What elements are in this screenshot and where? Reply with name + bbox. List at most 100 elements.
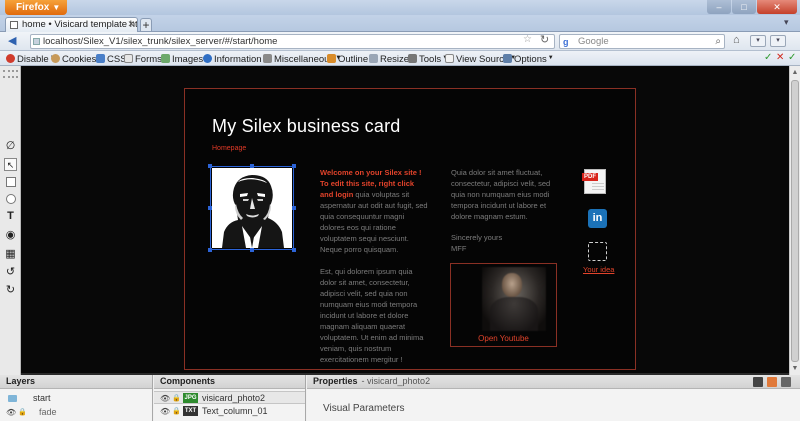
visicard-photo-selected[interactable] xyxy=(208,164,296,252)
wd-disable-menu[interactable]: Disable▼ xyxy=(6,52,56,66)
wd-tools-menu[interactable]: Tools▼ xyxy=(408,52,448,66)
search-icon[interactable]: ⌕ xyxy=(715,35,721,48)
component-name: visicard_photo2 xyxy=(202,393,266,403)
disable-icon xyxy=(6,54,15,63)
wd-options-menu[interactable]: Options▼ xyxy=(503,52,554,66)
close-tab-icon[interactable]: ✕ xyxy=(127,18,135,31)
wd-label: Outline xyxy=(338,54,369,65)
text-column-01[interactable]: Welcome on your Silex site ! To edit thi… xyxy=(320,167,428,365)
no-selection-icon[interactable]: ∅ xyxy=(4,140,17,153)
resize-handle-right[interactable] xyxy=(292,206,296,210)
google-icon[interactable]: g xyxy=(563,36,569,49)
circle-tool-icon[interactable] xyxy=(6,194,16,204)
layer-name: start xyxy=(33,393,51,403)
bookmark-star-icon[interactable]: ☆ xyxy=(523,34,532,45)
thumbnail-figure-face xyxy=(502,273,522,297)
lock-icon[interactable]: 🔒 xyxy=(172,393,181,405)
css-icon xyxy=(96,54,105,63)
validation-check-icon[interactable]: ✓ xyxy=(788,52,796,63)
visibility-eye-icon[interactable]: 👁 xyxy=(6,407,16,419)
properties-menu-icon[interactable] xyxy=(781,377,791,387)
pdf-badge: PDF xyxy=(582,173,598,181)
layer-row-fade[interactable]: 👁 🔒 fade xyxy=(0,406,152,419)
resize-handle-left[interactable] xyxy=(208,206,212,210)
visicard-photo[interactable] xyxy=(212,168,292,248)
component-row-visicard-photo2[interactable]: 👁 🔒 JPG visicard_photo2 xyxy=(154,391,305,404)
text-tool-icon[interactable]: T xyxy=(4,210,17,223)
layer-row-start[interactable]: start xyxy=(0,392,152,405)
properties-panel-title: Properties xyxy=(313,376,358,386)
validation-ok-icon[interactable]: ✓ xyxy=(764,52,772,63)
wd-label: View Source xyxy=(456,54,510,65)
miscellaneous-icon xyxy=(263,54,272,63)
tab-home[interactable]: home • Visicard template html t... ✕ xyxy=(5,17,138,32)
portrait-illustration xyxy=(212,168,292,248)
open-youtube-link[interactable]: Open Youtube xyxy=(451,334,556,343)
back-arrow-icon[interactable]: ◀ xyxy=(8,34,16,47)
stage-scrollbar[interactable]: ▲ ▼ xyxy=(789,66,800,375)
wd-information-menu[interactable]: Information▼ xyxy=(203,52,268,66)
search-input[interactable]: g Google ⌕ xyxy=(559,34,725,49)
addon-bar-icon[interactable]: ▾ xyxy=(770,35,786,47)
home-icon[interactable]: ⌂ xyxy=(733,34,740,46)
lock-icon[interactable]: 🔒 xyxy=(18,407,27,419)
tools-icon xyxy=(408,54,417,63)
save-disk-icon[interactable]: ▦ xyxy=(4,248,17,261)
pdf-document-icon[interactable]: PDF xyxy=(582,169,606,194)
new-tab-button[interactable]: + xyxy=(140,18,152,31)
reload-icon[interactable]: ↻ xyxy=(540,33,549,46)
media-tool-icon[interactable]: ◉ xyxy=(4,229,17,242)
thumbnail-figure-body xyxy=(490,297,538,331)
visibility-eye-icon[interactable]: 👁 xyxy=(160,406,170,418)
resize-handle-bottom-right[interactable] xyxy=(292,248,296,252)
close-window-button[interactable]: ✕ xyxy=(757,0,797,14)
select-arrow-icon[interactable]: ↖ xyxy=(4,158,17,171)
properties-star-icon[interactable] xyxy=(767,377,777,387)
bookmarks-menu-icon[interactable]: ▾ xyxy=(750,35,766,47)
resize-handle-top-left[interactable] xyxy=(208,164,212,168)
options-icon xyxy=(503,54,512,63)
scrollbar-thumb[interactable] xyxy=(791,80,799,362)
toolbox-grip-handle[interactable] xyxy=(3,70,18,78)
business-card[interactable]: My Silex business card Homepage Welcome … xyxy=(184,88,636,370)
selected-component-name: - visicard_photo2 xyxy=(361,376,431,386)
properties-lock-icon[interactable] xyxy=(753,377,763,387)
placeholder-dashed-icon[interactable] xyxy=(588,242,607,261)
maximize-button[interactable]: □ xyxy=(732,0,756,14)
validation-error-icon[interactable]: ✕ xyxy=(776,52,784,63)
resize-handle-top-right[interactable] xyxy=(292,164,296,168)
column2-signoff: Sincerely yours xyxy=(451,233,503,242)
forms-icon xyxy=(124,54,133,63)
search-placeholder: Google xyxy=(578,36,609,47)
text-column-02[interactable]: Quia dolor sit amet fluctuat, consectetu… xyxy=(451,167,563,254)
pdf-lines xyxy=(592,183,604,191)
resize-handle-bottom[interactable] xyxy=(250,248,254,252)
visual-parameters-section[interactable]: Visual Parameters xyxy=(323,403,405,414)
tab-bar: home • Visicard template html t... ✕ + ▾ xyxy=(0,15,800,32)
youtube-video-box[interactable]: Open Youtube xyxy=(450,263,557,347)
rectangle-tool-icon[interactable] xyxy=(6,177,16,187)
redo-icon[interactable]: ↻ xyxy=(4,284,17,297)
properties-panel: Properties - visicard_photo2 Visual Param… xyxy=(307,375,800,421)
column2-initials: MFF xyxy=(451,244,467,253)
lock-icon[interactable]: 🔒 xyxy=(172,406,181,418)
linkedin-icon[interactable]: in xyxy=(588,209,607,228)
address-bar[interactable]: localhost/Silex_V1/silex_trunk/silex_ser… xyxy=(30,34,555,49)
video-thumbnail[interactable] xyxy=(482,267,546,331)
component-row-text-column-01[interactable]: 👁 🔒 TXT Text_column_01 xyxy=(154,405,305,418)
undo-icon[interactable]: ↺ xyxy=(4,266,17,279)
resize-handle-bottom-left[interactable] xyxy=(208,248,212,252)
firefox-menu-button[interactable]: Firefox ▼ xyxy=(5,0,67,15)
scroll-down-arrow-icon[interactable]: ▼ xyxy=(790,363,800,374)
visibility-eye-icon[interactable]: 👁 xyxy=(160,393,170,405)
your-idea-link[interactable]: Your idea xyxy=(583,265,614,274)
resize-handle-top[interactable] xyxy=(250,164,254,168)
homepage-link[interactable]: Homepage xyxy=(212,145,246,152)
wd-outline-menu[interactable]: Outline▼ xyxy=(327,52,375,66)
minimize-button[interactable]: – xyxy=(707,0,731,14)
site-identity-icon[interactable] xyxy=(33,38,40,45)
tab-list-icon[interactable]: ▾ xyxy=(784,17,796,29)
scroll-up-arrow-icon[interactable]: ▲ xyxy=(790,67,800,78)
card-title: My Silex business card xyxy=(212,116,401,136)
